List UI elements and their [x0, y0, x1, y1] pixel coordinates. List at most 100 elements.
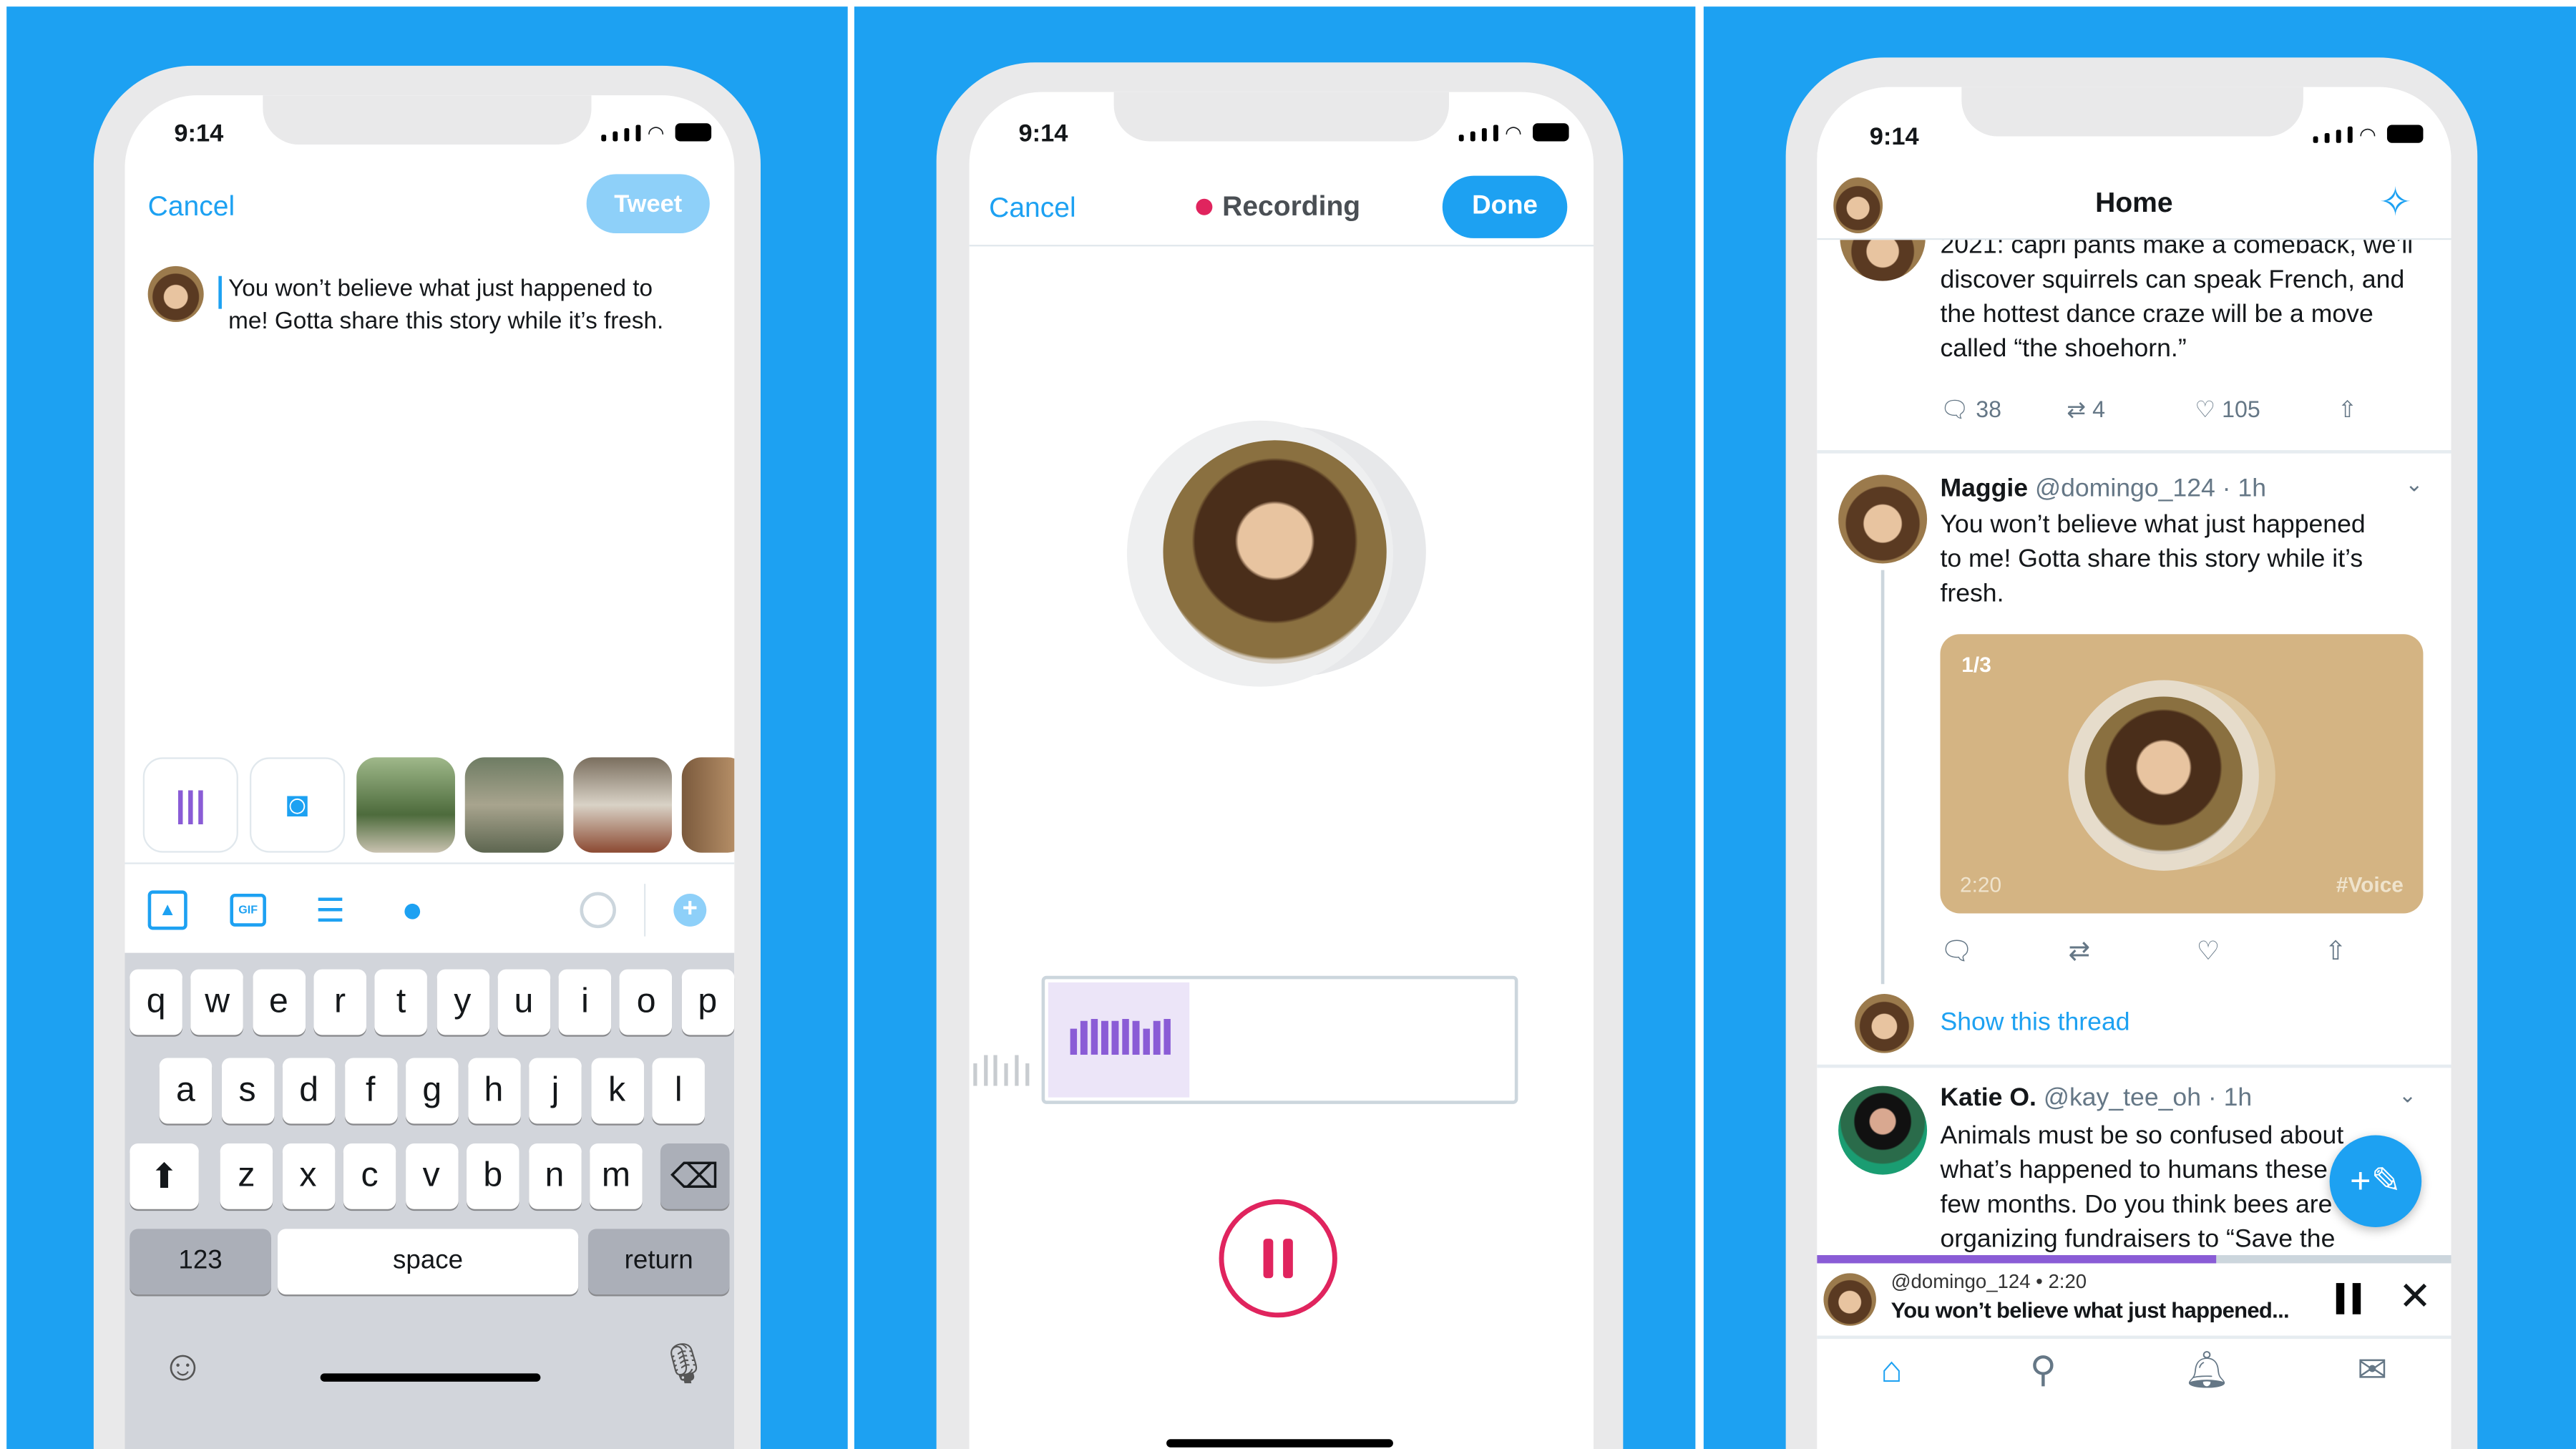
key-s[interactable]: s [220, 1058, 274, 1124]
space-key[interactable]: space [278, 1229, 579, 1295]
compose-tweet-fab[interactable]: +✎ [2329, 1135, 2422, 1228]
recording-status: Recording [1222, 190, 1361, 222]
text-cursor [218, 275, 222, 309]
voice-tweet-button[interactable]: ||| [142, 757, 238, 853]
key-j[interactable]: j [529, 1058, 582, 1124]
waveform-past: ıllılı [969, 1045, 1034, 1096]
chevron-down-icon[interactable]: ⌄ [2399, 1083, 2416, 1109]
author-name[interactable]: Katie O. [1940, 1084, 2036, 1112]
key-x[interactable]: x [281, 1143, 335, 1209]
messages-icon[interactable]: ✉ [2357, 1349, 2387, 1408]
mini-player[interactable]: @domingo_124 • 2:20 You won’t believe wh… [1817, 1263, 2451, 1336]
key-b[interactable]: b [467, 1143, 519, 1209]
key-a[interactable]: a [159, 1058, 213, 1124]
close-icon[interactable]: ✕ [2399, 1273, 2431, 1321]
shift-key[interactable]: ⬆ [130, 1143, 199, 1209]
retweet-button[interactable]: ⇄ [2069, 935, 2197, 967]
delete-key[interactable]: ⌫ [660, 1143, 730, 1209]
profile-photo [1163, 440, 1387, 664]
avatar [1855, 994, 1914, 1053]
numbers-key[interactable]: 123 [130, 1229, 271, 1295]
pause-button[interactable] [2336, 1283, 2361, 1314]
progress-ring-icon [580, 892, 616, 929]
key-d[interactable]: d [282, 1058, 336, 1124]
voice-card[interactable]: 1/3 2:20 #Voice [1940, 634, 2424, 914]
share-icon[interactable]: ⇧ [2338, 396, 2357, 424]
voice-hashtag[interactable]: #Voice [2336, 872, 2404, 897]
home-indicator [1166, 1439, 1393, 1448]
image-icon[interactable]: ▲ [147, 890, 187, 930]
recording-panel: 9:14 ◠ Cancel Recording Done ıllılı ıIlI… [854, 6, 1696, 1449]
key-o[interactable]: o [620, 969, 673, 1035]
return-key[interactable]: return [587, 1229, 730, 1295]
key-f[interactable]: f [343, 1058, 397, 1124]
key-v[interactable]: v [404, 1143, 458, 1209]
key-l[interactable]: l [652, 1058, 705, 1124]
compose-screen: 9:14 ◠ Cancel Tweet You won’t believe wh… [125, 95, 735, 1449]
like-button[interactable]: ♡ [2197, 935, 2325, 967]
show-thread-link[interactable]: Show this thread [1940, 1009, 2129, 1038]
tweet-header: Maggie @domingo_124 · 1h [1940, 475, 2266, 504]
author-name[interactable]: Maggie [1940, 475, 2028, 503]
microphone-icon[interactable]: 🎙︎ [659, 1340, 709, 1388]
compose-textarea[interactable]: You won’t believe what just happened to … [228, 273, 680, 338]
cancel-button[interactable]: Cancel [148, 190, 235, 223]
key-i[interactable]: i [558, 969, 612, 1035]
key-r[interactable]: r [313, 969, 366, 1035]
notch [263, 95, 592, 145]
author-handle[interactable]: @domingo_124 · 1h [2035, 475, 2266, 503]
cancel-button[interactable]: Cancel [989, 192, 1076, 225]
camera-icon[interactable]: ◙ [249, 757, 346, 853]
tweet-text: You won’t believe what just happened to … [1940, 511, 2366, 608]
recording-dot-icon [1196, 198, 1213, 215]
poll-icon[interactable]: ☰ [311, 890, 350, 930]
key-c[interactable]: c [343, 1143, 396, 1209]
retweet-button[interactable]: ⇄ 4 [2067, 396, 2195, 424]
reply-button[interactable]: 🗨︎ [1940, 935, 2068, 967]
key-t[interactable]: t [374, 969, 428, 1035]
bottom-nav: ⌂ ⚲ 🔔︎ ✉ [1817, 1349, 2451, 1408]
key-e[interactable]: e [252, 969, 306, 1035]
notifications-icon[interactable]: 🔔︎ [2184, 1349, 2230, 1408]
photo-thumbnail[interactable] [573, 757, 673, 853]
pause-recording-button[interactable] [1219, 1199, 1337, 1318]
recording-screen: 9:14 ◠ Cancel Recording Done ıllılı ıIlI… [969, 92, 1594, 1449]
photo-thumbnail[interactable] [464, 757, 564, 853]
tweet-text: Animals must be so confused about what’s… [1940, 1122, 2344, 1254]
gif-icon[interactable]: GIF [230, 893, 266, 927]
emoji-icon[interactable]: ☺ [161, 1340, 205, 1391]
photo-thumbnail[interactable] [356, 757, 455, 853]
status-icons: ◠ [601, 123, 713, 143]
key-k[interactable]: k [590, 1058, 643, 1124]
search-icon[interactable]: ⚲ [2030, 1349, 2057, 1408]
key-u[interactable]: u [497, 969, 550, 1035]
player-progress[interactable] [1817, 1255, 2451, 1264]
location-icon[interactable]: ● [393, 889, 432, 932]
key-w[interactable]: w [191, 969, 244, 1035]
share-icon[interactable]: ⇧ [2325, 935, 2347, 967]
key-z[interactable]: z [220, 1143, 273, 1209]
add-icon[interactable]: + [673, 893, 707, 927]
key-p[interactable]: p [681, 969, 734, 1035]
page-title: Home [2095, 187, 2173, 219]
avatar [147, 265, 204, 322]
reply-button[interactable]: 🗨︎ 38 [1940, 396, 2067, 424]
tweet-button[interactable]: Tweet [586, 174, 710, 234]
status-icons: ◠ [1458, 123, 1570, 143]
key-q[interactable]: q [130, 969, 182, 1035]
key-n[interactable]: n [528, 1143, 581, 1209]
key-y[interactable]: y [436, 969, 489, 1035]
thread-line [1880, 570, 1885, 985]
key-h[interactable]: h [467, 1058, 520, 1124]
key-g[interactable]: g [406, 1058, 459, 1124]
sparkle-icon[interactable]: ✧ [2379, 179, 2411, 227]
author-handle[interactable]: @kay_tee_oh · 1h [2044, 1084, 2252, 1112]
like-button[interactable]: ♡ 105 [2195, 396, 2338, 424]
key-m[interactable]: m [590, 1143, 643, 1209]
photo-thumbnail[interactable] [681, 757, 735, 853]
home-icon[interactable]: ⌂ [1880, 1349, 1903, 1408]
chevron-down-icon[interactable]: ⌄ [2405, 472, 2423, 498]
waveform-timeline: ıIlIIlIıIl [1041, 975, 1518, 1104]
done-button[interactable]: Done [1442, 175, 1568, 238]
avatar [1838, 474, 1928, 564]
